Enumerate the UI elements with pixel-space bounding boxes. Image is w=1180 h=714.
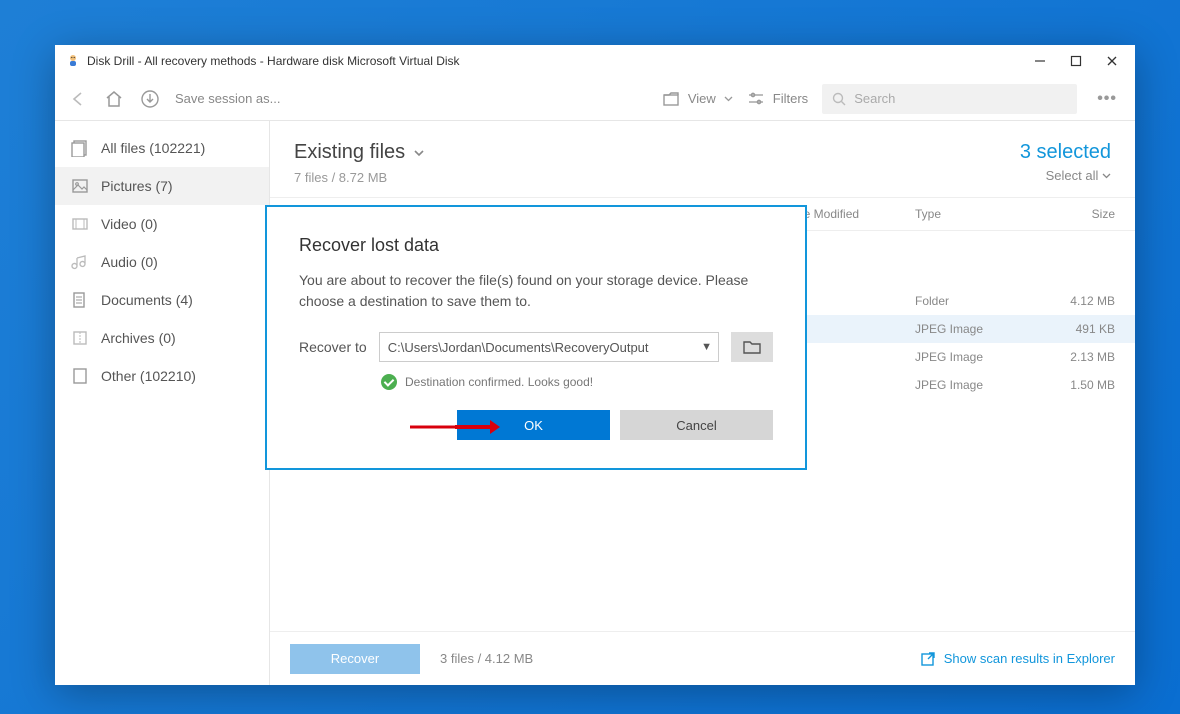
recover-path-dropdown[interactable]: C:\Users\Jordan\Documents\RecoveryOutput… <box>379 332 719 362</box>
category-subtitle: 7 files / 8.72 MB <box>294 170 425 185</box>
sidebar-item-pictures[interactable]: Pictures (7) <box>55 167 269 205</box>
column-type[interactable]: Type <box>915 207 1035 221</box>
recover-dialog: Recover lost data You are about to recov… <box>265 205 807 470</box>
view-label: View <box>688 91 716 106</box>
sidebar-item-all-files[interactable]: All files (102221) <box>55 129 269 167</box>
sidebar-item-label: Archives (0) <box>101 330 176 346</box>
sidebar-item-label: Other (102210) <box>101 368 196 384</box>
documents-icon <box>71 291 89 309</box>
video-icon <box>71 215 89 233</box>
row-type: JPEG Image <box>915 322 1035 336</box>
row-type: JPEG Image <box>915 378 1035 392</box>
more-button[interactable]: ••• <box>1091 90 1123 108</box>
window-controls <box>1033 54 1125 68</box>
sidebar-item-documents[interactable]: Documents (4) <box>55 281 269 319</box>
recover-to-label: Recover to <box>299 339 367 355</box>
main-header: Existing files 7 files / 8.72 MB 3 selec… <box>270 121 1135 197</box>
show-in-explorer-link[interactable]: Show scan results in Explorer <box>920 651 1115 667</box>
download-icon[interactable] <box>139 88 161 110</box>
row-type: JPEG Image <box>915 350 1035 364</box>
archives-icon <box>71 329 89 347</box>
dialog-title: Recover lost data <box>299 235 773 256</box>
maximize-button[interactable] <box>1069 54 1083 68</box>
search-input[interactable]: Search <box>822 84 1077 114</box>
select-all-button[interactable]: Select all <box>1020 168 1111 183</box>
sidebar-item-label: Video (0) <box>101 216 158 232</box>
filters-label: Filters <box>773 91 808 106</box>
check-icon <box>381 374 397 390</box>
sidebar-item-archives[interactable]: Archives (0) <box>55 319 269 357</box>
row-size: 491 KB <box>1035 322 1135 336</box>
app-icon <box>65 53 81 69</box>
audio-icon <box>71 253 89 271</box>
back-button[interactable] <box>67 88 89 110</box>
sidebar-item-label: Audio (0) <box>101 254 158 270</box>
sidebar-item-label: Documents (4) <box>101 292 193 308</box>
sidebar-item-label: Pictures (7) <box>101 178 173 194</box>
cancel-button[interactable]: Cancel <box>620 410 773 440</box>
pictures-icon <box>71 177 89 195</box>
search-placeholder: Search <box>854 91 895 106</box>
column-size[interactable]: Size <box>1035 207 1135 221</box>
sidebar-item-audio[interactable]: Audio (0) <box>55 243 269 281</box>
ok-button[interactable]: OK <box>457 410 610 440</box>
footer-summary: 3 files / 4.12 MB <box>440 651 533 666</box>
filters-button[interactable]: Filters <box>747 90 808 108</box>
row-size: 2.13 MB <box>1035 350 1135 364</box>
category-title[interactable]: Existing files <box>294 141 425 164</box>
close-button[interactable] <box>1105 54 1119 68</box>
row-size: 4.12 MB <box>1035 294 1135 308</box>
folder-icon <box>742 337 762 357</box>
selected-count: 3 selected <box>1020 141 1111 164</box>
other-icon <box>71 367 89 385</box>
home-button[interactable] <box>103 88 125 110</box>
toolbar: Save session as... View Filters Search •… <box>55 77 1135 121</box>
export-icon <box>920 651 936 667</box>
save-session-button[interactable]: Save session as... <box>175 91 281 106</box>
search-icon <box>832 92 846 106</box>
sidebar-item-video[interactable]: Video (0) <box>55 205 269 243</box>
footer-bar: Recover 3 files / 4.12 MB Show scan resu… <box>270 631 1135 685</box>
sidebar-item-other[interactable]: Other (102210) <box>55 357 269 395</box>
browse-folder-button[interactable] <box>731 332 773 362</box>
chevron-down-icon: ▼ <box>701 341 712 353</box>
minimize-button[interactable] <box>1033 54 1047 68</box>
row-type: Folder <box>915 294 1035 308</box>
view-dropdown[interactable]: View <box>662 90 733 108</box>
sidebar-item-label: All files (102221) <box>101 140 205 156</box>
sidebar: All files (102221) Pictures (7) Video (0… <box>55 121 270 685</box>
titlebar: Disk Drill - All recovery methods - Hard… <box>55 45 1135 77</box>
window-title: Disk Drill - All recovery methods - Hard… <box>87 54 1033 68</box>
row-size: 1.50 MB <box>1035 378 1135 392</box>
confirm-message: Destination confirmed. Looks good! <box>405 375 593 389</box>
files-icon <box>71 139 89 157</box>
chevron-down-icon <box>413 147 425 159</box>
recover-button[interactable]: Recover <box>290 644 420 674</box>
dialog-body: You are about to recover the file(s) fou… <box>299 270 773 312</box>
